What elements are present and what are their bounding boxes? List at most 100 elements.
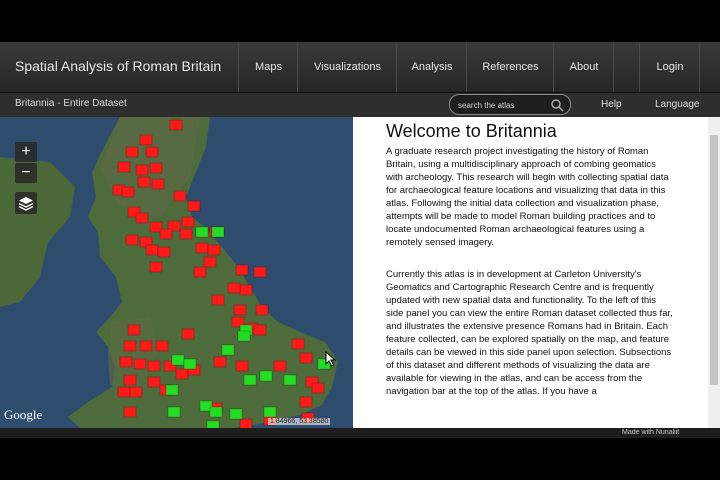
subset-marker[interactable] [165,384,179,396]
subset-marker[interactable] [171,354,185,366]
subset-marker[interactable] [229,408,243,420]
feature-marker[interactable] [253,266,267,278]
subset-marker[interactable] [167,406,181,418]
feature-marker[interactable] [169,119,183,131]
feature-marker[interactable] [155,340,169,352]
panel-paragraph: A graduate research project investigatin… [386,146,669,248]
nav-divider [699,42,700,92]
subset-marker[interactable] [243,374,257,386]
feature-marker[interactable] [147,376,161,388]
feature-marker[interactable] [139,340,153,352]
language-link[interactable]: Language [655,99,700,110]
footer-bar: Made with Nunaliit [0,428,720,438]
feature-marker[interactable] [213,356,227,368]
feature-marker[interactable] [135,164,149,176]
feature-marker[interactable] [235,264,249,276]
help-link[interactable]: Help [601,99,622,110]
feature-marker[interactable] [157,246,171,258]
feature-marker[interactable] [117,161,131,173]
feature-marker[interactable] [123,374,137,386]
feature-marker[interactable] [211,294,225,306]
zoom-out-button[interactable]: − [15,163,37,183]
feature-marker[interactable] [173,190,187,202]
feature-marker[interactable] [129,386,143,398]
panel-scrollbar[interactable] [708,117,720,428]
feature-marker[interactable] [239,284,253,296]
footer-credit: Made with Nunaliit [622,429,680,436]
feature-marker[interactable] [179,228,193,240]
nav-maps[interactable]: Maps [238,42,298,92]
feature-marker[interactable] [255,304,269,316]
search-input[interactable] [456,97,550,113]
zoom-in-icon: + [21,143,31,160]
feature-marker[interactable] [117,386,131,398]
feature-marker[interactable] [127,324,141,336]
search-icon[interactable] [550,98,564,112]
feature-marker[interactable] [125,234,139,246]
feature-marker[interactable] [175,368,189,380]
nav-references[interactable]: References [466,42,554,92]
nav-login[interactable]: Login [639,42,700,92]
feature-marker[interactable] [187,200,201,212]
zoom-in-button[interactable]: + [15,142,37,162]
subset-marker[interactable] [237,330,251,342]
subset-marker[interactable] [195,226,209,238]
top-navigation-bar: Spatial Analysis of Roman Britain Maps V… [0,42,720,93]
feature-marker[interactable] [299,352,313,364]
feature-marker[interactable] [181,216,195,228]
subset-marker[interactable] [183,358,197,370]
feature-marker[interactable] [311,382,325,394]
feature-marker[interactable] [253,324,267,336]
feature-marker[interactable] [195,242,209,254]
subset-marker[interactable] [259,370,273,382]
feature-marker[interactable] [149,162,163,174]
feature-marker[interactable] [145,146,159,158]
side-panel: Welcome to Britannia A graduate research… [353,117,720,428]
feature-marker[interactable] [227,282,241,294]
feature-marker[interactable] [193,266,207,278]
feature-marker[interactable] [123,340,137,352]
feature-marker[interactable] [203,256,217,268]
feature-marker[interactable] [139,134,153,146]
layers-button[interactable] [15,192,37,214]
subset-marker[interactable] [263,406,277,418]
feature-marker[interactable] [159,228,173,240]
nav-visualizations[interactable]: Visualizations [297,42,397,92]
feature-marker[interactable] [149,261,163,273]
search-box[interactable] [449,94,571,115]
feature-marker[interactable] [135,212,149,224]
subset-marker[interactable] [209,406,223,418]
feature-marker[interactable] [147,360,161,372]
nav-about[interactable]: About [553,42,614,92]
feature-marker[interactable] [291,338,305,350]
nav-divider [613,42,614,92]
feature-marker[interactable] [133,358,147,370]
feature-marker[interactable] [299,396,313,408]
secondary-bar: Britannia - Entire Dataset Help Language [0,93,720,117]
subset-marker[interactable] [211,226,225,238]
coordinate-readout: 1.84966, 53.38580 [268,418,331,425]
feature-marker[interactable] [273,360,287,372]
feature-marker[interactable] [207,244,221,256]
feature-marker[interactable] [233,304,247,316]
feature-marker[interactable] [125,146,139,158]
nav-analysis[interactable]: Analysis [396,42,467,92]
zoom-out-icon: − [21,164,31,181]
feature-marker[interactable] [123,406,137,418]
map-canvas[interactable] [0,117,353,428]
dataset-label: Britannia - Entire Dataset [15,98,127,109]
feature-marker[interactable] [137,176,151,188]
feature-marker[interactable] [151,178,165,190]
map-view[interactable]: + − Google 1.84966, 53.38580 [0,117,353,428]
feature-marker[interactable] [145,244,159,256]
subset-marker[interactable] [221,344,235,356]
feature-marker[interactable] [235,360,249,372]
app-title: Spatial Analysis of Roman Britain [15,58,222,74]
feature-marker[interactable] [121,186,135,198]
feature-marker[interactable] [181,328,195,340]
subset-marker[interactable] [206,420,220,428]
feature-marker[interactable] [119,356,133,368]
feature-marker[interactable] [239,418,253,428]
subset-marker[interactable] [283,374,297,386]
scroll-thumb[interactable] [710,135,718,385]
